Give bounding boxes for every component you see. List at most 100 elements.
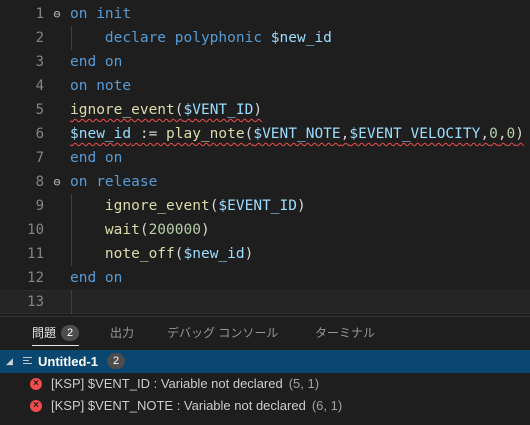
code-token: on note <box>70 78 132 94</box>
code-token: $EVENT_ID <box>218 198 297 214</box>
code-token: $VENT_NOTE <box>253 126 341 142</box>
tab-debug-console-label: デバッグ コンソール <box>167 326 279 340</box>
code-token: $new_id <box>270 30 332 46</box>
code-text: note_off($new_id) <box>70 242 253 266</box>
line-number: 7 <box>35 150 44 166</box>
code-line[interactable]: 9 ignore_event($EVENT_ID) <box>0 194 530 218</box>
problem-message: [KSP] $VENT_NOTE : Variable not declared <box>51 398 306 413</box>
code-line[interactable]: 13 <box>0 290 530 314</box>
problem-position: (5, 1) <box>288 376 320 391</box>
code-token: end on <box>70 150 123 166</box>
file-problem-count-badge: 2 <box>107 353 125 369</box>
code-text: on note <box>70 74 131 98</box>
code-text: declare polyphonic $new_id <box>70 26 332 50</box>
problems-file-row[interactable]: ◢ Untitled-1 2 <box>0 350 530 373</box>
code-token: ) <box>253 102 263 118</box>
code-token: on init <box>70 6 132 22</box>
code-token: , <box>480 126 490 142</box>
code-token: ( <box>174 102 184 118</box>
line-number: 2 <box>35 30 44 46</box>
line-number: 8 <box>35 174 44 190</box>
code-token: ignore_event <box>70 102 175 118</box>
bottom-panel: 問題 2 出力 デバッグ コンソール ターミナル ◢ Untitled-1 2 ×… <box>0 316 530 425</box>
code-line[interactable]: 5 ignore_event($VENT_ID) <box>0 98 530 122</box>
code-line[interactable]: 8 ⊖ on release <box>0 170 530 194</box>
tab-output[interactable]: 出力 <box>110 317 134 349</box>
code-line[interactable]: 3 end on <box>0 50 530 74</box>
problem-position: (6, 1) <box>311 398 343 413</box>
code-line[interactable]: 11 note_off($new_id) <box>0 242 530 266</box>
fold-toggle-icon[interactable]: ⊖ <box>50 170 64 194</box>
line-number: 11 <box>27 246 44 262</box>
code-text: ignore_event($VENT_ID) <box>70 98 262 122</box>
panel-tabs: 問題 2 出力 デバッグ コンソール ターミナル <box>0 317 530 349</box>
tab-terminal[interactable]: ターミナル <box>315 317 375 349</box>
problem-item[interactable]: × [KSP] $VENT_ID : Variable not declared… <box>0 373 530 395</box>
problems-file-name: Untitled-1 <box>38 354 98 369</box>
code-text: ignore_event($EVENT_ID) <box>70 194 306 218</box>
line-number: 10 <box>27 222 44 238</box>
code-token: ) <box>297 198 306 214</box>
problem-item[interactable]: × [KSP] $VENT_NOTE : Variable not declar… <box>0 395 530 417</box>
code-token: 0 <box>506 126 516 142</box>
problems-count-badge: 2 <box>61 325 80 341</box>
file-lines-icon <box>23 357 32 366</box>
problem-text: [KSP] $VENT_ID : Variable not declared (5… <box>51 373 319 395</box>
code-line[interactable]: 1 ⊖ on init <box>0 2 530 26</box>
code-token: := <box>131 126 167 142</box>
code-token: declare polyphonic <box>70 30 271 46</box>
code-token: ) <box>515 126 525 142</box>
error-icon: × <box>30 378 42 390</box>
code-text: end on <box>70 50 122 74</box>
code-line[interactable]: 4 on note <box>0 74 530 98</box>
error-icon: × <box>30 400 42 412</box>
line-number: 1 <box>35 6 44 22</box>
line-number: 3 <box>35 54 44 70</box>
code-token: ) <box>244 246 254 262</box>
code-token: end on <box>70 270 123 286</box>
code-token: $new_id <box>183 246 245 262</box>
code-line[interactable]: 10 wait(200000) <box>0 218 530 242</box>
line-number: 9 <box>35 198 44 214</box>
code-token: ) <box>200 222 210 238</box>
code-text: end on <box>70 266 122 290</box>
code-token: 200000 <box>148 222 201 238</box>
code-token: ( <box>174 246 184 262</box>
code-line[interactable]: 2 declare polyphonic $new_id <box>0 26 530 50</box>
tab-debug-console[interactable]: デバッグ コンソール <box>167 317 278 349</box>
code-token: $VENT_ID <box>183 102 254 118</box>
line-number: 4 <box>35 78 44 94</box>
code-token: on release <box>70 174 158 190</box>
code-token: note_off <box>70 246 175 262</box>
code-text: on release <box>70 170 157 194</box>
code-token: $EVENT_VELOCITY <box>349 126 481 142</box>
tab-problems[interactable]: 問題 2 <box>32 317 80 349</box>
expand-triangle-icon[interactable]: ◢ <box>6 350 13 373</box>
code-token: $new_id <box>70 126 132 142</box>
code-text: $new_id := play_note($VENT_NOTE,$EVENT_V… <box>70 122 524 146</box>
line-number: 12 <box>27 270 44 286</box>
code-line[interactable]: 12 end on <box>0 266 530 290</box>
code-token: 0 <box>489 126 498 142</box>
code-editor[interactable]: 1 ⊖ on init 2 declare polyphonic $new_id 3 en… <box>0 0 530 316</box>
code-text: on init <box>70 2 131 26</box>
code-token: , <box>497 126 507 142</box>
problem-message: [KSP] $VENT_ID : Variable not declared <box>51 376 283 391</box>
problem-text: [KSP] $VENT_NOTE : Variable not declared… <box>51 395 342 417</box>
code-text: wait(200000) <box>70 218 210 242</box>
code-text: end on <box>70 146 122 170</box>
line-number: 5 <box>35 102 44 118</box>
code-token: ( <box>139 222 149 238</box>
line-number: 6 <box>35 126 44 142</box>
tab-problems-label: 問題 <box>32 326 57 340</box>
code-token: wait <box>70 222 140 238</box>
tab-terminal-label: ターミナル <box>315 326 376 340</box>
code-line[interactable]: 6 $new_id := play_note($VENT_NOTE,$EVENT_… <box>0 122 530 146</box>
code-line[interactable]: 7 end on <box>0 146 530 170</box>
code-token: ignore_event <box>70 198 210 214</box>
line-number: 13 <box>27 294 44 310</box>
code-token: play_note <box>166 126 245 142</box>
indent-guide <box>71 290 72 314</box>
fold-toggle-icon[interactable]: ⊖ <box>50 2 64 26</box>
code-token: end on <box>70 54 123 70</box>
